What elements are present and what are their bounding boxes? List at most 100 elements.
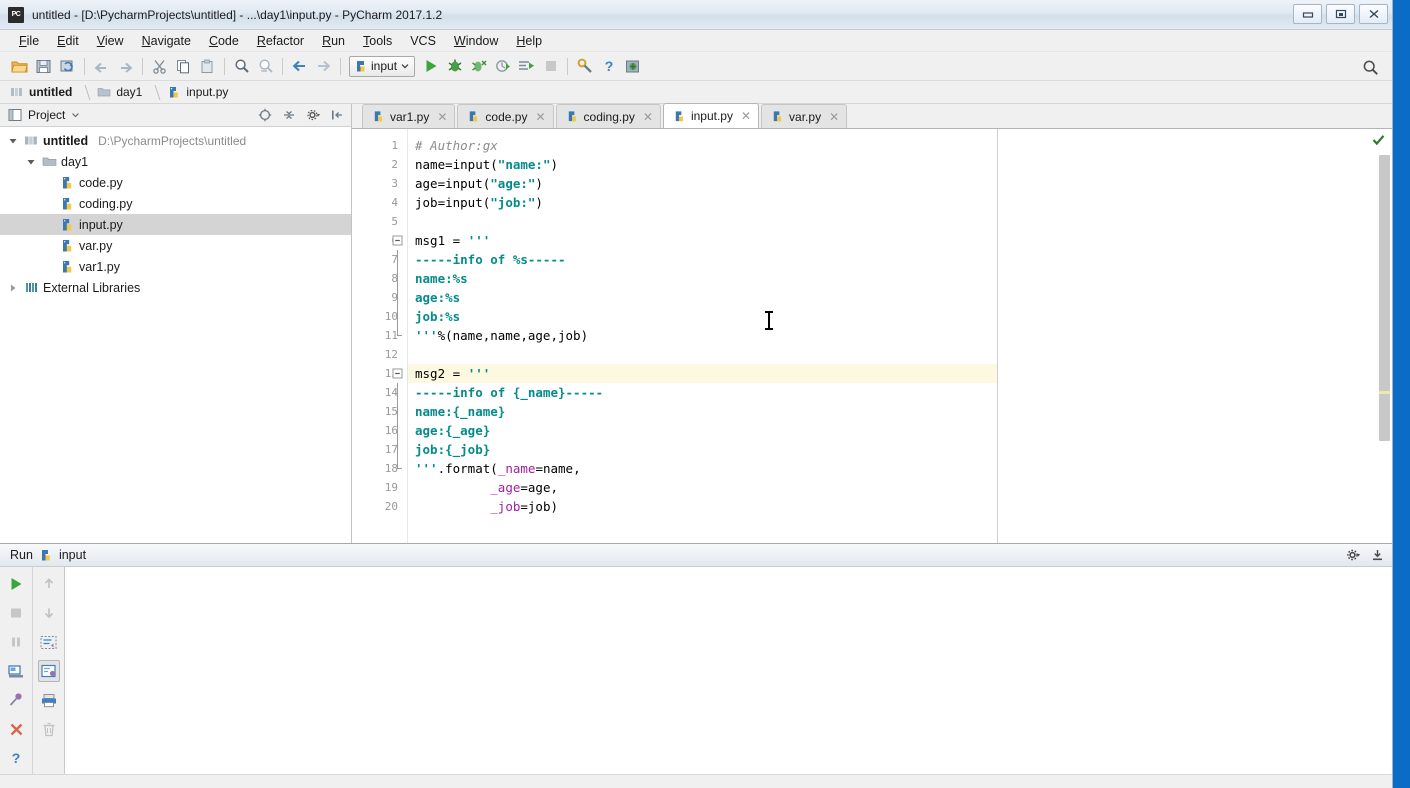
tree-item-external-libraries[interactable]: External Libraries [0,277,351,298]
breadcrumb-item-inputpy[interactable]: input.py [165,85,235,99]
menu-tools[interactable]: Tools [354,32,401,50]
code-line[interactable]: _job=job) [408,497,997,516]
code-editor[interactable]: 1234567891011121314151617181920 # Author… [352,129,999,543]
cut-scissors-icon[interactable] [148,55,171,78]
menu-window[interactable]: Window [445,32,507,50]
run-play-icon[interactable] [419,55,442,78]
code-line[interactable]: age:{_age} [408,421,997,440]
collapse-all-icon[interactable] [280,106,298,124]
back-arrow-icon[interactable] [288,55,311,78]
tree-item-untitled[interactable]: untitled D:\PycharmProjects\untitled [0,130,351,151]
profile-icon[interactable] [491,55,514,78]
menu-file[interactable]: File [10,32,48,50]
twisty-expanded-icon[interactable] [6,134,20,148]
code-line[interactable]: age:%s [408,288,997,307]
close-icon[interactable]: ✕ [829,110,839,124]
close-icon[interactable]: ✕ [741,109,751,123]
close-button[interactable] [1359,4,1388,24]
code-line[interactable]: # Author:gx [408,136,997,155]
replace-icon[interactable] [254,55,277,78]
menu-help[interactable]: Help [507,32,551,50]
editor-scrollbar-thumb[interactable] [1379,155,1390,441]
run-with-console-icon[interactable] [515,55,538,78]
menu-edit[interactable]: Edit [48,32,88,50]
menu-run[interactable]: Run [313,32,354,50]
code-line[interactable]: name:{_name} [408,402,997,421]
minimize-button[interactable] [1293,4,1322,24]
tab-coding-py[interactable]: coding.py ✕ [555,104,661,128]
maximize-button[interactable] [1326,4,1355,24]
rerun-play-icon[interactable] [5,573,27,595]
hide-panel-icon[interactable] [1368,546,1386,564]
close-icon[interactable]: ✕ [643,110,653,124]
help-question-icon[interactable]: ? [5,747,27,769]
find-magnifier-icon[interactable] [230,55,253,78]
code-line[interactable]: msg2 = ''' [408,364,998,383]
locate-target-icon[interactable] [256,106,274,124]
tab-input-py[interactable]: input.py ✕ [662,103,760,128]
tree-item-coding-py[interactable]: coding.py [0,193,351,214]
code-line[interactable]: job:{_job} [408,440,997,459]
code-line[interactable]: job:%s [408,307,997,326]
tab-code-py[interactable]: code.py ✕ [457,104,554,128]
fold-markers[interactable] [391,136,407,550]
soft-wrap-icon[interactable] [38,631,60,653]
debug-bug-icon[interactable] [443,55,466,78]
code-line[interactable]: -----info of {_name}----- [408,383,997,402]
paste-icon[interactable] [196,55,219,78]
code-line[interactable] [408,212,997,231]
checkmark-ok-icon[interactable] [1372,134,1385,149]
twisty-expanded-icon[interactable] [24,155,38,169]
twisty-collapsed-icon[interactable] [6,281,20,295]
help-question-icon[interactable]: ? [597,55,620,78]
console-output[interactable] [65,567,1392,774]
tree-item-day1[interactable]: day1 [0,151,351,172]
settings-wrench-icon[interactable] [573,55,596,78]
tab-var-py[interactable]: var.py ✕ [761,104,848,128]
breadcrumb-item-untitled[interactable]: untitled [8,84,95,100]
code-line[interactable]: '''.format(_name=name, [408,459,997,478]
print-icon[interactable] [38,689,60,711]
menu-refactor[interactable]: Refactor [248,32,313,50]
gear-settings-icon[interactable] [1344,546,1362,564]
pin-tab-icon[interactable] [5,689,27,711]
menu-view[interactable]: View [88,32,133,50]
search-magnifier-icon[interactable] [1359,56,1382,79]
tab-var1-py[interactable]: var1.py ✕ [362,104,456,128]
update-icon[interactable] [621,55,644,78]
code-line[interactable]: name:%s [408,269,997,288]
code-line[interactable]: age=input("age:") [408,174,997,193]
close-x-icon[interactable] [5,718,27,740]
code-line[interactable]: '''%(name,name,age,job) [408,326,997,345]
code-line[interactable]: msg1 = ''' [408,231,997,250]
console-icon[interactable] [5,660,27,682]
tree-item-var1-py[interactable]: var1.py [0,256,351,277]
sync-refresh-icon[interactable] [56,55,79,78]
close-icon[interactable]: ✕ [437,110,447,124]
tree-item-var-py[interactable]: var.py [0,235,351,256]
code-content[interactable]: # Author:gx name=input("name:") age=input(… [408,129,998,543]
run-configuration-selector[interactable]: input [349,55,416,77]
tree-item-input-py[interactable]: input.py [0,214,351,235]
code-line[interactable]: job=input("job:") [408,193,997,212]
menu-navigate[interactable]: Navigate [133,32,200,50]
menu-code[interactable]: Code [200,32,248,50]
scroll-to-end-icon[interactable] [37,660,60,682]
breadcrumb-item-day1[interactable]: day1 [95,84,165,100]
open-folder-icon[interactable] [8,55,31,78]
code-line[interactable]: name=input("name:") [408,155,997,174]
tree-item-code-py[interactable]: code.py [0,172,351,193]
save-all-icon[interactable] [32,55,55,78]
undo-arrow-icon[interactable] [90,55,113,78]
close-icon[interactable]: ✕ [535,110,545,124]
copy-icon[interactable] [172,55,195,78]
chevron-down-icon[interactable] [71,112,80,118]
coverage-icon[interactable] [467,55,490,78]
hide-panel-icon[interactable] [328,106,346,124]
redo-arrow-icon[interactable] [114,55,137,78]
gear-settings-icon[interactable] [304,106,322,124]
menu-vcs[interactable]: VCS [401,32,445,50]
code-line[interactable]: -----info of %s----- [408,250,997,269]
code-line[interactable] [408,345,997,364]
code-line[interactable]: _age=age, [408,478,997,497]
